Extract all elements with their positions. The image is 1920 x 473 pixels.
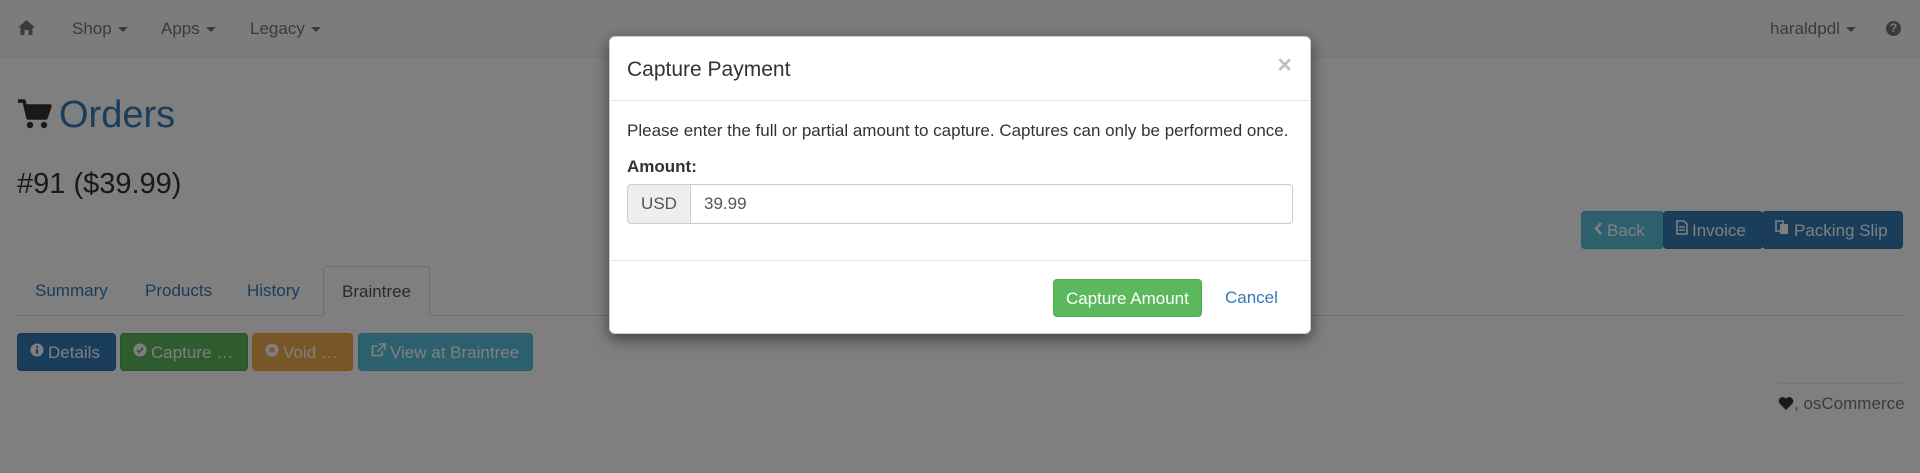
modal-title: Capture Payment (627, 58, 791, 81)
capture-amount-button[interactable]: Capture Amount (1053, 279, 1202, 317)
currency-addon: USD (627, 184, 691, 224)
amount-input[interactable] (690, 184, 1293, 224)
cancel-link[interactable]: Cancel (1225, 279, 1278, 317)
capture-payment-modal: Capture Payment × Please enter the full … (609, 36, 1311, 334)
amount-label: Amount: (627, 157, 697, 176)
close-icon[interactable]: × (1277, 51, 1292, 79)
modal-header: Capture Payment × (610, 37, 1310, 101)
amount-input-group: USD (627, 184, 1293, 224)
modal-footer: Capture Amount Cancel (610, 260, 1310, 335)
modal-message: Please enter the full or partial amount … (627, 121, 1289, 140)
